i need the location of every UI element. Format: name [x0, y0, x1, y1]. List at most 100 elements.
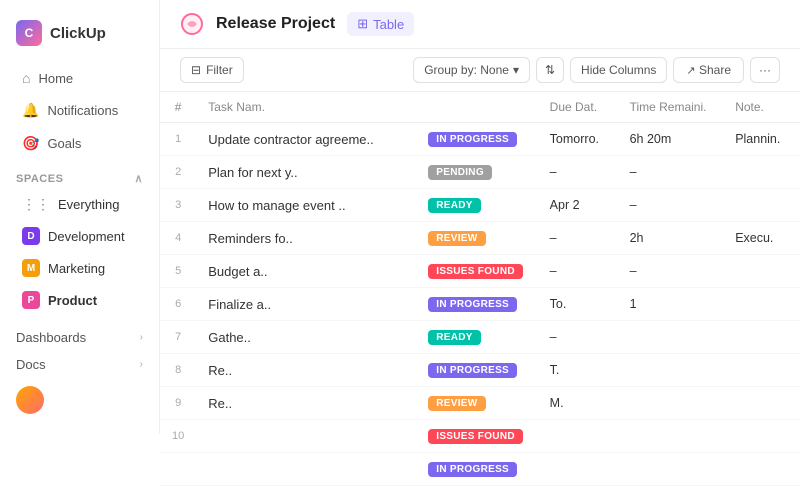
table-row[interactable]: 5Budget a..ISSUES FOUND–– — [160, 255, 800, 288]
status-badge: IN PROGRESS — [428, 462, 517, 477]
cell-task-name[interactable]: Re.. — [196, 387, 416, 420]
cell-time-remaining — [618, 321, 724, 354]
sidebar-item-everything[interactable]: ⋮⋮ Everything — [6, 190, 153, 219]
status-badge: READY — [428, 330, 481, 345]
sidebar-item-home[interactable]: ⌂ Home — [6, 63, 153, 93]
sidebar-item-notifications-label: Notifications — [47, 103, 118, 118]
cell-num: 6 — [160, 288, 196, 321]
table-row[interactable]: 10ISSUES FOUND — [160, 420, 800, 453]
cell-task-name[interactable]: Finalize a.. — [196, 288, 416, 321]
cell-notes — [723, 288, 800, 321]
sort-button[interactable]: ⇅ — [536, 57, 564, 83]
share-icon: ↗ — [686, 65, 695, 77]
logo[interactable]: C ClickUp — [0, 12, 159, 62]
col-header-status — [416, 92, 537, 123]
col-header-num: # — [160, 92, 196, 123]
status-badge: REVIEW — [428, 231, 485, 246]
status-badge: PENDING — [428, 165, 492, 180]
sidebar: C ClickUp ⌂ Home 🔔 Notifications 🎯 Goals… — [0, 0, 160, 502]
cell-notes — [723, 387, 800, 420]
cell-task-name[interactable]: Budget a.. — [196, 255, 416, 288]
cell-due-date: – — [538, 156, 618, 189]
filter-label: Filter — [206, 63, 233, 77]
filter-button[interactable]: ⊟ Filter — [180, 57, 244, 83]
avatar — [16, 386, 44, 414]
table-row[interactable]: 2Plan for next y..PENDING–– — [160, 156, 800, 189]
cell-time-remaining: 2h — [618, 222, 724, 255]
group-by-button[interactable]: Group by: None ▾ — [413, 57, 530, 83]
cell-task-name[interactable]: Plan for next y.. — [196, 156, 416, 189]
spaces-collapse-icon[interactable]: ∧ — [134, 172, 143, 185]
cell-task-name[interactable]: Re.. — [196, 354, 416, 387]
cell-notes — [723, 189, 800, 222]
cell-task-name[interactable]: Update contractor agreeme.. — [196, 123, 416, 156]
group-by-chevron: ▾ — [513, 63, 519, 77]
cell-status: READY — [416, 189, 537, 222]
sort-icon: ⇅ — [545, 63, 555, 77]
cell-due-date: Tomorro. — [538, 123, 618, 156]
cell-time-remaining — [618, 453, 724, 486]
sidebar-item-goals[interactable]: 🎯 Goals — [6, 128, 153, 159]
logo-icon: C — [16, 20, 42, 46]
cell-num: 9 — [160, 387, 196, 420]
status-badge: ISSUES FOUND — [428, 429, 523, 444]
cell-task-name[interactable]: Reminders fo.. — [196, 222, 416, 255]
cell-time-remaining: – — [618, 156, 724, 189]
table-row[interactable]: 9Re..REVIEWM. — [160, 387, 800, 420]
bell-icon: 🔔 — [22, 102, 39, 119]
more-options-button[interactable]: ··· — [750, 57, 780, 83]
cell-status: PENDING — [416, 156, 537, 189]
cell-num — [160, 453, 196, 486]
cell-notes: Plannin. — [723, 123, 800, 156]
table-row[interactable]: IN PROGRESS — [160, 453, 800, 486]
table-row[interactable]: 1Update contractor agreeme.. IN PROGRESS T… — [160, 123, 800, 156]
share-label: Share — [699, 63, 731, 77]
user-avatar-area[interactable] — [0, 378, 159, 422]
status-badge: IN PROGRESS — [428, 363, 517, 378]
cell-time-remaining: 1 — [618, 288, 724, 321]
col-header-notes: Note. — [723, 92, 800, 123]
table-row[interactable]: 8Re..IN PROGRESST. — [160, 354, 800, 387]
cell-task-name[interactable] — [196, 453, 416, 486]
cell-status: IN PROGRESS — [416, 354, 537, 387]
table-row[interactable]: 4Reminders fo..REVIEW–2hExecu. — [160, 222, 800, 255]
sidebar-item-development-label: Development — [48, 229, 125, 244]
sidebar-item-docs[interactable]: Docs › — [0, 351, 159, 378]
cell-due-date — [538, 420, 618, 453]
cell-due-date: To. — [538, 288, 618, 321]
table-row[interactable]: 6Finalize a..IN PROGRESSTo.1 — [160, 288, 800, 321]
table-row[interactable]: 3How to manage event ..READYApr 2– — [160, 189, 800, 222]
cell-notes: Execu. — [723, 222, 800, 255]
sidebar-item-product[interactable]: P Product — [6, 285, 153, 315]
cell-time-remaining: 6h 20m — [618, 123, 724, 156]
cell-task-name[interactable]: How to manage event .. — [196, 189, 416, 222]
col-header-due: Due Dat. — [538, 92, 618, 123]
grid-icon: ⋮⋮ — [22, 196, 50, 213]
table-view-tab[interactable]: ⊞ Table — [347, 12, 414, 36]
status-badge: READY — [428, 198, 481, 213]
cell-num: 1 — [160, 123, 196, 156]
cell-task-name[interactable]: Gathe.. — [196, 321, 416, 354]
table-view-icon: ⊞ — [357, 16, 368, 32]
cell-time-remaining: – — [618, 189, 724, 222]
sidebar-item-development[interactable]: D Development — [6, 221, 153, 251]
docs-expand-icon: › — [140, 359, 143, 370]
development-dot: D — [22, 227, 40, 245]
status-badge: IN PROGRESS — [428, 132, 517, 147]
dashboards-expand-icon: › — [140, 332, 143, 343]
sidebar-item-dashboards[interactable]: Dashboards › — [0, 324, 159, 351]
cell-task-name[interactable] — [196, 420, 416, 453]
cell-notes — [723, 156, 800, 189]
sidebar-item-notifications[interactable]: 🔔 Notifications — [6, 95, 153, 126]
hide-columns-button[interactable]: Hide Columns — [570, 57, 667, 83]
hide-columns-label: Hide Columns — [581, 63, 656, 77]
share-button[interactable]: ↗ Share — [673, 57, 744, 83]
cell-time-remaining — [618, 387, 724, 420]
sidebar-item-marketing[interactable]: M Marketing — [6, 253, 153, 283]
sidebar-item-marketing-label: Marketing — [48, 261, 105, 276]
table-row[interactable]: 7Gathe..READY– — [160, 321, 800, 354]
logo-text: ClickUp — [50, 25, 106, 42]
status-badge: ISSUES FOUND — [428, 264, 523, 279]
cell-notes — [723, 453, 800, 486]
sidebar-item-everything-label: Everything — [58, 197, 119, 212]
